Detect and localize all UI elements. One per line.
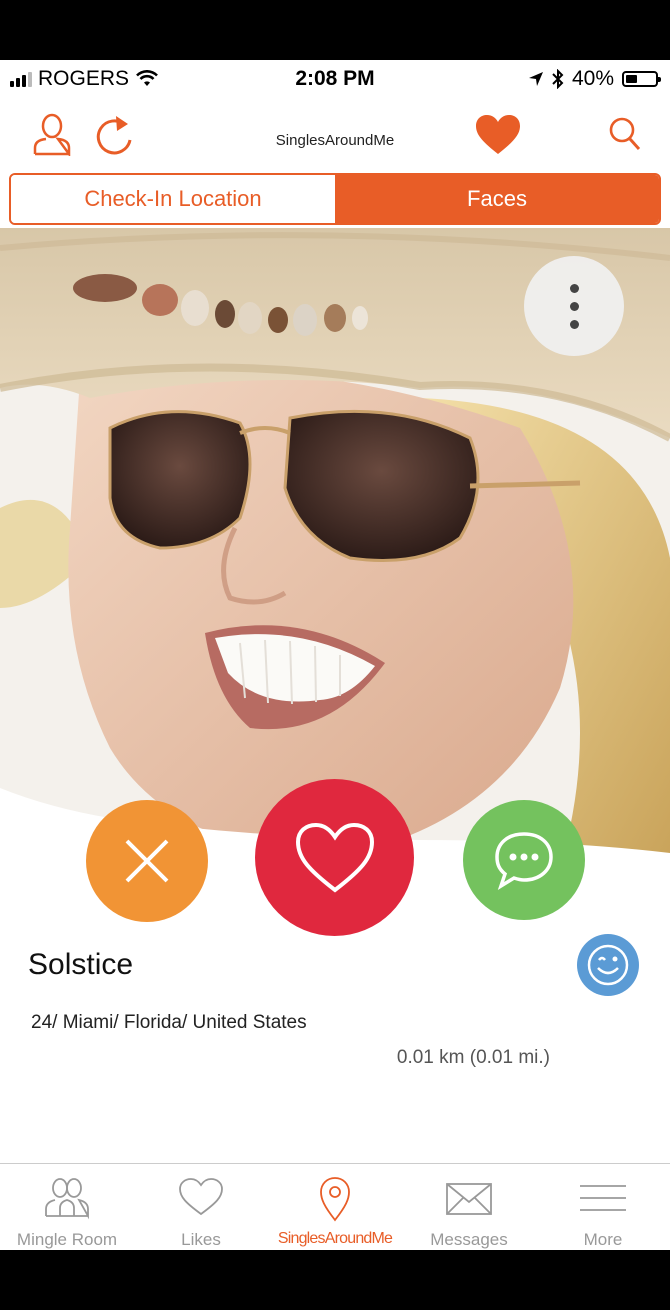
wink-button[interactable] xyxy=(577,934,639,996)
location-arrow-icon xyxy=(528,72,543,86)
tab-label: Likes xyxy=(181,1230,221,1249)
bluetooth-icon xyxy=(552,69,564,89)
battery-icon xyxy=(622,71,661,87)
chat-icon xyxy=(495,832,553,890)
segment-check-in-location[interactable]: Check-In Location xyxy=(11,175,335,223)
heart-icon xyxy=(295,822,374,893)
tab-likes[interactable]: Likes xyxy=(134,1164,268,1250)
tab-label: Mingle Room xyxy=(16,1230,118,1249)
heart-outline-icon xyxy=(179,1178,223,1216)
segment-faces[interactable]: Faces xyxy=(335,175,659,223)
more-options-button[interactable] xyxy=(524,256,624,356)
wink-icon xyxy=(587,944,629,986)
tab-mingle-room[interactable]: Mingle Room xyxy=(0,1164,134,1250)
status-right: 40% xyxy=(528,67,661,91)
profile-distance: 0.01 km (0.01 mi.) xyxy=(396,1047,550,1068)
close-icon xyxy=(125,839,169,883)
envelope-icon xyxy=(446,1183,492,1215)
tab-label: More xyxy=(583,1230,623,1249)
view-segment-control: Check-In Location Faces xyxy=(9,173,661,225)
profile-details: 24/ Miami/ Florida/ United States xyxy=(31,1012,307,1033)
top-nav-bar: SinglesAroundMe xyxy=(0,100,670,170)
menu-icon xyxy=(580,1185,626,1211)
app-title: SinglesAroundMe xyxy=(275,132,395,149)
people-icon xyxy=(45,1178,89,1220)
like-button[interactable] xyxy=(255,779,414,936)
battery-percent: 40% xyxy=(571,67,614,90)
tab-label: SinglesAroundMe xyxy=(277,1230,393,1247)
status-bar: ROGERS 2:08 PM 40% xyxy=(0,60,670,100)
tab-more[interactable]: More xyxy=(536,1164,670,1250)
tab-singlesaroundme[interactable]: SinglesAroundMe xyxy=(268,1164,402,1250)
tab-label: Messages xyxy=(430,1230,508,1249)
tab-messages[interactable]: Messages xyxy=(402,1164,536,1250)
heart-icon[interactable] xyxy=(475,114,521,156)
search-icon[interactable] xyxy=(608,116,642,152)
location-pin-icon xyxy=(320,1177,350,1222)
chat-button[interactable] xyxy=(463,800,585,920)
dislike-button[interactable] xyxy=(86,800,208,922)
app-screen: ROGERS 2:08 PM 40% SinglesAroundMe Check… xyxy=(0,60,670,1250)
bottom-tab-bar: Mingle Room Likes SinglesAroundMe Messag… xyxy=(0,1163,670,1250)
profile-name: Solstice xyxy=(28,948,134,981)
